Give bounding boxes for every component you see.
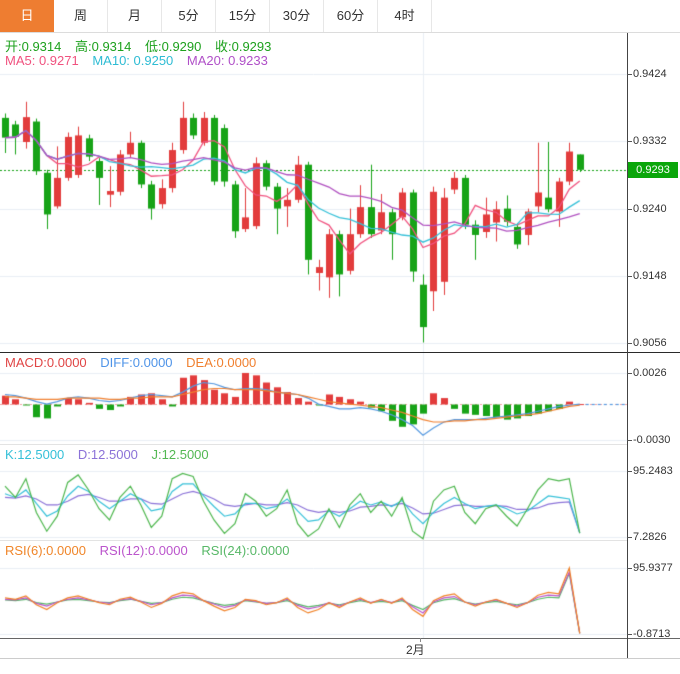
- axis-tick-mark: [627, 74, 632, 75]
- macd-readout: MACD:0.0000 DIFF:0.0000 DEA:0.0000: [5, 355, 266, 370]
- xaxis-bottom-line: [0, 658, 680, 659]
- k-value: K:12.5000: [5, 447, 65, 462]
- last-price-tag: 0.9293: [628, 162, 678, 178]
- candlestick-chart-canvas[interactable]: [0, 33, 627, 352]
- rsi12-value: RSI(12):0.0000: [99, 543, 188, 558]
- ma10-value: MA10: 0.9250: [92, 53, 174, 68]
- axis-tick-label: 0.9056: [633, 337, 667, 349]
- axis-tick-mark: [627, 634, 632, 635]
- axis-tick-label: -0.0030: [633, 434, 671, 446]
- axis-tick-mark: [627, 276, 632, 277]
- kdj-readout: K:12.5000 D:12.5000 J:12.5000: [5, 447, 219, 462]
- tab-5min[interactable]: 5分: [162, 0, 216, 32]
- tab-15min[interactable]: 15分: [216, 0, 270, 32]
- macd-value: MACD:0.0000: [5, 355, 87, 370]
- axis-tick-mark: [627, 568, 632, 569]
- axis-tick-label: 0.9424: [633, 68, 667, 80]
- chart-app: 日 周 月 5分 15分 30分 60分 4时 开:0.9314 高:0.931…: [0, 0, 680, 674]
- main-panel-divider: [0, 352, 680, 353]
- low-value: 低:0.9290: [145, 39, 202, 54]
- tab-week[interactable]: 周: [54, 0, 108, 32]
- axis-tick-mark: [627, 440, 632, 441]
- close-value: 收:0.9293: [215, 39, 272, 54]
- rsi24-value: RSI(24):0.0000: [201, 543, 290, 558]
- dea-value: DEA:0.0000: [186, 355, 257, 370]
- axis-tick-label: 0.9332: [633, 135, 667, 147]
- tab-60min[interactable]: 60分: [324, 0, 378, 32]
- tab-30min[interactable]: 30分: [270, 0, 324, 32]
- timeframe-tabbar: 日 周 月 5分 15分 30分 60分 4时: [0, 0, 680, 33]
- ma20-value: MA20: 0.9233: [186, 53, 268, 68]
- axis-tick-label: 0.9148: [633, 270, 667, 282]
- axis-tick-label: 95.2483: [633, 465, 673, 477]
- kdj-panel-divider: [0, 540, 627, 541]
- xaxis-month-label: 2月: [406, 643, 425, 657]
- price-axis-line: [627, 33, 628, 658]
- axis-tick-mark: [627, 209, 632, 210]
- tab-month[interactable]: 月: [108, 0, 162, 32]
- macd-panel-divider: [0, 444, 627, 445]
- axis-tick-mark: [627, 373, 632, 374]
- j-value: J:12.5000: [151, 447, 209, 462]
- axis-tick-label: -0.8713: [633, 628, 671, 640]
- tab-day[interactable]: 日: [0, 0, 54, 32]
- xaxis-top-line: [0, 638, 680, 639]
- rsi6-value: RSI(6):0.0000: [5, 543, 86, 558]
- axis-tick-mark: [627, 537, 632, 538]
- diff-value: DIFF:0.0000: [100, 355, 173, 370]
- ma-readout: MA5: 0.9271 MA10: 0.9250 MA20: 0.9233: [5, 53, 278, 68]
- axis-tick-label: 0.0026: [633, 367, 667, 379]
- axis-tick-label: 7.2826: [633, 531, 667, 543]
- ma5-value: MA5: 0.9271: [5, 53, 79, 68]
- axis-tick-label: 0.9240: [633, 203, 667, 215]
- rsi-readout: RSI(6):0.0000 RSI(12):0.0000 RSI(24):0.0…: [5, 543, 300, 558]
- d-value: D:12.5000: [77, 447, 138, 462]
- axis-tick-label: 95.9377: [633, 562, 673, 574]
- tab-4hour[interactable]: 4时: [378, 0, 432, 32]
- axis-tick-mark: [627, 471, 632, 472]
- open-value: 开:0.9314: [5, 39, 62, 54]
- axis-tick-mark: [627, 343, 632, 344]
- axis-tick-mark: [627, 141, 632, 142]
- high-value: 高:0.9314: [75, 39, 132, 54]
